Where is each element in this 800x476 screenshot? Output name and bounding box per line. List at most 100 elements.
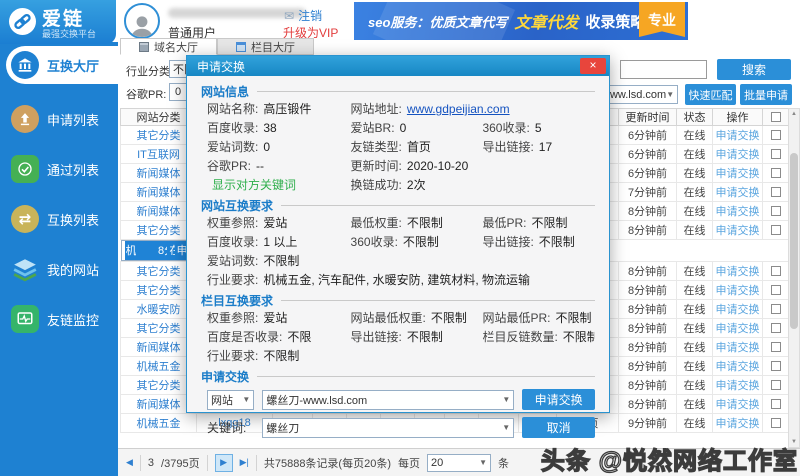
- col-checkbox: [762, 108, 789, 126]
- site-category-link[interactable]: 机械五金: [124, 241, 137, 260]
- sidebar-item-exchange-list[interactable]: ⇄ 互换列表: [6, 200, 118, 238]
- status-cell: 在线: [676, 125, 713, 145]
- apply-exchange-link[interactable]: 申请交换: [712, 201, 763, 221]
- keyword-select[interactable]: 螺丝刀 ▼: [262, 417, 515, 438]
- apply-exchange-link[interactable]: 申请交换: [712, 144, 763, 164]
- sidebar-item-my-sites[interactable]: 我的网站: [6, 250, 118, 288]
- row-checkbox[interactable]: [770, 323, 781, 334]
- sidebar-item-pass-list[interactable]: 通过列表: [6, 150, 118, 188]
- sidebar-item-exchange-hall[interactable]: 互换大厅: [6, 46, 118, 84]
- banner-text-1: seo服务：优质文章代写: [368, 14, 508, 30]
- requirement-field: 百度收录: 1 以上: [207, 235, 298, 249]
- checkbox-cell: [762, 299, 789, 319]
- prev-page-icon[interactable]: ◀: [126, 457, 133, 468]
- apply-exchange-link[interactable]: 申请交换: [712, 280, 763, 300]
- per-page-select[interactable]: 20 ▼: [427, 453, 491, 472]
- apply-exchange-link[interactable]: 申请交换: [712, 356, 763, 376]
- top-header: 爱链 最强交换平台 普通用户 ✉ 注销 升级为VIP seo服务：优质文章代写 …: [0, 0, 800, 44]
- info-field: 显示对方关键词: [212, 178, 297, 192]
- my-site-select[interactable]: www.lsd.com ▼: [598, 85, 678, 104]
- col-action: 操作: [712, 108, 763, 126]
- row-checkbox[interactable]: [770, 225, 781, 236]
- next-page-button[interactable]: ▶: [214, 453, 233, 472]
- row-checkbox[interactable]: [770, 130, 781, 141]
- close-icon[interactable]: ×: [580, 58, 606, 74]
- update-time-cell: 6分钟前: [618, 125, 677, 145]
- apply-exchange-link[interactable]: 申请交换: [712, 375, 763, 395]
- chevron-down-icon: ▼: [479, 458, 487, 467]
- modal-cancel-button[interactable]: 取消: [522, 417, 595, 438]
- link-type-select[interactable]: 网站 ▼: [207, 389, 255, 410]
- logo: 爱链 最强交换平台: [0, 0, 116, 44]
- tab-domain-hall[interactable]: 域名大厅: [120, 38, 217, 55]
- batch-apply-button[interactable]: 批量申请: [740, 84, 792, 105]
- table-scrollbar[interactable]: ▲ ▼: [788, 108, 800, 448]
- unit-label: 条: [498, 457, 509, 470]
- modal-apply-button[interactable]: 申请交换: [522, 389, 596, 410]
- apply-exchange-link[interactable]: 申请交换: [712, 318, 763, 338]
- tab-column-hall[interactable]: 栏目大厅: [217, 38, 314, 55]
- section-site-info: 网站信息: [201, 83, 595, 100]
- sidebar-item-link-monitor[interactable]: 友链监控: [6, 300, 118, 338]
- apply-exchange-link[interactable]: 申请交换: [712, 125, 763, 145]
- row-checkbox[interactable]: [770, 168, 781, 179]
- sidebar-label: 互换大厅: [47, 58, 100, 74]
- status-cell: 在线: [676, 201, 713, 221]
- row-checkbox[interactable]: [770, 399, 781, 410]
- my-site-select-modal[interactable]: 螺丝刀-www.lsd.com ▼: [262, 389, 515, 410]
- select-all-checkbox[interactable]: [770, 112, 781, 123]
- search-button[interactable]: 搜索: [717, 59, 791, 80]
- apply-exchange-link[interactable]: 申请交换: [712, 163, 763, 183]
- per-page-label: 每页: [398, 457, 420, 470]
- apply-exchange-link[interactable]: 申请交换: [712, 220, 763, 240]
- logo-subtitle: 最强交换平台: [42, 29, 97, 39]
- apply-exchange-link[interactable]: 申请交换: [712, 337, 763, 357]
- scroll-up-icon[interactable]: ▲: [789, 111, 799, 117]
- row-checkbox[interactable]: [770, 380, 781, 391]
- apply-exchange-link[interactable]: 申请交换: [712, 261, 763, 281]
- apply-exchange-link[interactable]: 申请交换: [712, 182, 763, 202]
- requirement-field: 360收录: 不限制: [350, 235, 439, 249]
- logout-link[interactable]: ✉ 注销: [284, 7, 322, 24]
- requirement-field: 百度是否收录: 不限: [207, 330, 312, 344]
- info-field: 友链类型: 首页: [350, 140, 431, 154]
- update-time-cell: 8分钟前: [618, 220, 677, 240]
- row-checkbox[interactable]: [770, 361, 781, 372]
- requirement-field: 权重参照: 爱站: [207, 216, 288, 230]
- apply-exchange-link[interactable]: 申请交换: [712, 394, 763, 414]
- row-checkbox[interactable]: [770, 285, 781, 296]
- logout-label: 注销: [298, 9, 323, 23]
- pass-list-icon: [11, 155, 39, 183]
- info-field: 爱站词数: 0: [207, 140, 271, 154]
- last-page-icon[interactable]: ▶|: [240, 457, 249, 468]
- requirement-field: 网站最低权重: 不限制: [350, 311, 467, 325]
- scrollbar-thumb[interactable]: [790, 153, 798, 329]
- apply-exchange-link[interactable]: 申请交换: [712, 413, 763, 433]
- requirement-field: 导出链接: 不限制: [350, 330, 443, 344]
- row-checkbox[interactable]: [770, 149, 781, 160]
- records-summary: 共75888条记录(每页20条): [263, 457, 391, 470]
- banner-ribbon: 专业: [639, 2, 685, 37]
- site-category-link[interactable]: 机械五金: [120, 413, 197, 433]
- requirement-field: 行业要求: 机械五金, 汽车配件, 水暖安防, 建筑材料, 物流运输: [207, 273, 531, 287]
- row-checkbox[interactable]: [770, 266, 781, 277]
- avatar[interactable]: [124, 3, 160, 39]
- seo-ad-banner[interactable]: seo服务：优质文章代写 文章代发 收录策略 专业: [354, 2, 688, 40]
- quick-match-button[interactable]: 快速匹配: [685, 84, 736, 105]
- row-checkbox[interactable]: [770, 418, 781, 429]
- sidebar: 互换大厅 申请列表 通过列表 ⇄ 互换列表 我的网站 友链监控: [0, 42, 118, 476]
- google-pr-label: 谷歌PR:: [126, 89, 167, 101]
- search-input[interactable]: [620, 60, 707, 79]
- row-checkbox[interactable]: [770, 304, 781, 315]
- sidebar-label: 通过列表: [47, 162, 100, 178]
- requirement-field: 导出链接: 不限制: [482, 235, 575, 249]
- row-checkbox[interactable]: [770, 187, 781, 198]
- row-checkbox[interactable]: [770, 342, 781, 353]
- apply-exchange-link[interactable]: 申请交换: [712, 299, 763, 319]
- sidebar-item-apply-list[interactable]: 申请列表: [6, 100, 118, 138]
- checkbox-cell: [762, 144, 789, 164]
- update-time-cell: 8分钟前: [618, 201, 677, 221]
- row-checkbox[interactable]: [770, 206, 781, 217]
- current-page[interactable]: 3: [148, 457, 154, 469]
- checkbox-cell: [762, 163, 789, 183]
